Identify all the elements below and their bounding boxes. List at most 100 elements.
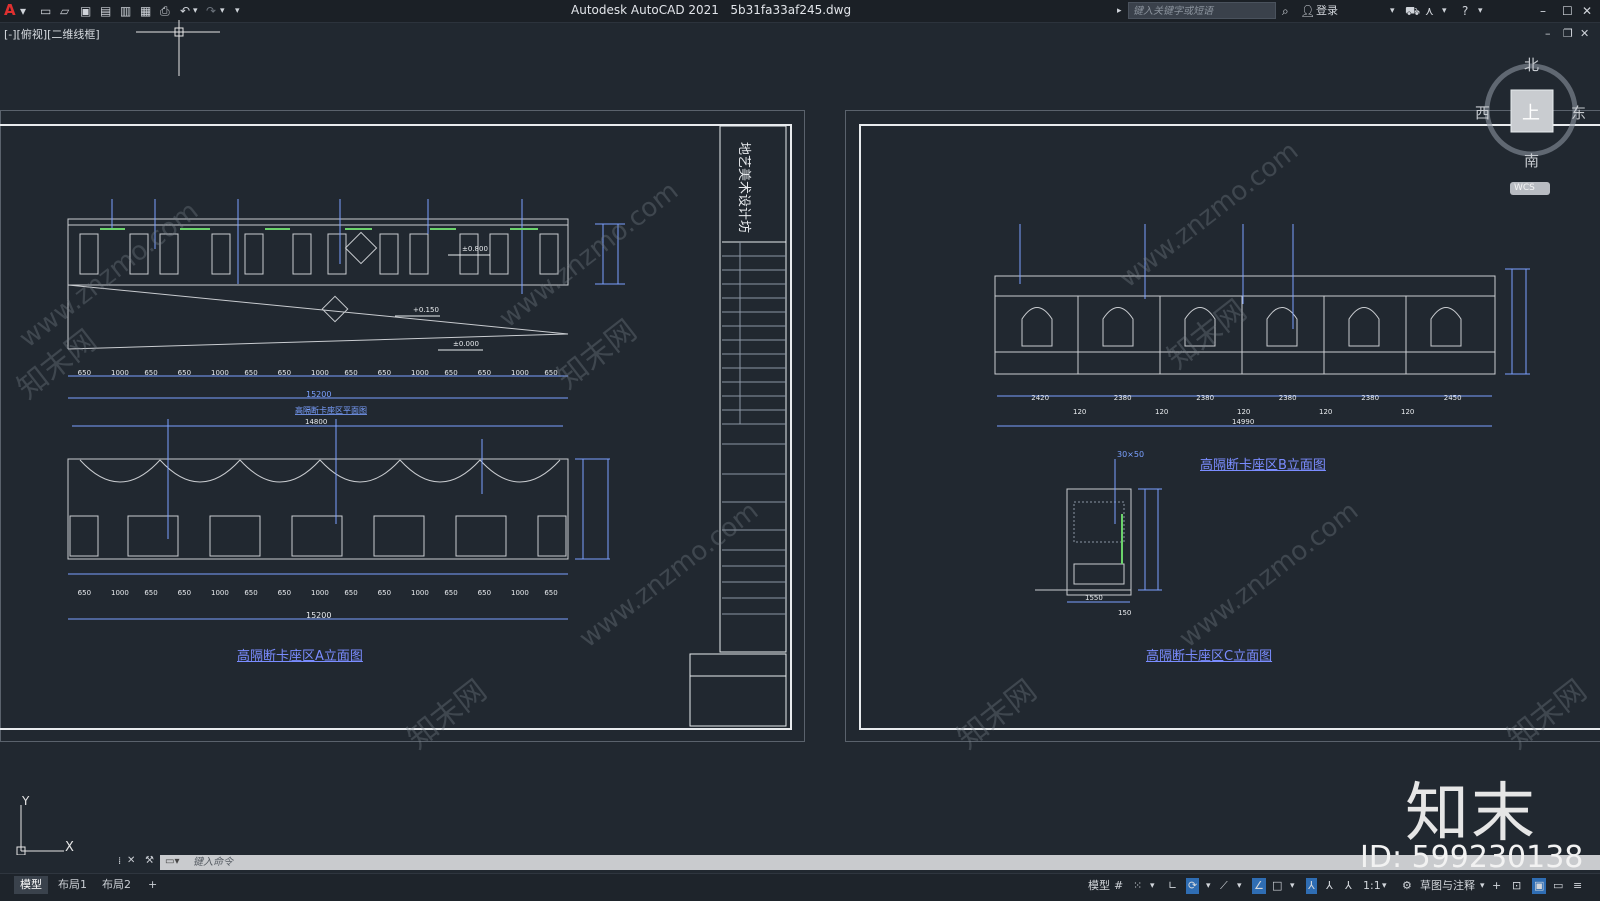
plan-dim-segment: 650 — [278, 369, 291, 377]
save-icon[interactable]: ▣ — [80, 3, 91, 19]
polar-dropdown-icon[interactable]: ▾ — [1206, 878, 1211, 894]
elev-a-dim-segment: 650 — [244, 589, 257, 597]
save-web-icon[interactable]: ▦ — [140, 3, 151, 19]
viewcube-west[interactable]: 西 — [1475, 102, 1490, 123]
viewcube-east[interactable]: 东 — [1571, 102, 1586, 123]
cmdline-grip-icon[interactable]: ⁞ — [118, 856, 121, 867]
cmdline-history-icon[interactable]: ▭▾ — [165, 856, 179, 867]
scale-dropdown-icon[interactable]: ▾ — [1382, 878, 1387, 894]
a360-icon[interactable]: ⋏ — [1425, 3, 1434, 19]
drawing-left-canvas[interactable]: 地艺美术设计坊 ±0.800 +0.150 ±0.000 15200 650 1… — [0, 124, 800, 734]
minimize-icon[interactable]: – — [1540, 3, 1546, 19]
brand-id: ID: 599230138 — [1360, 840, 1584, 875]
close-icon[interactable]: ✕ — [1582, 3, 1592, 19]
new-file-icon[interactable]: ▭ — [40, 3, 51, 19]
isodraft-dropdown-icon[interactable]: ▾ — [1237, 878, 1242, 894]
plan-dim-segment: 1000 — [311, 369, 329, 377]
viewcube-top-label[interactable]: 上 — [1522, 99, 1540, 125]
customize-menu-icon[interactable]: ≡ — [1573, 878, 1582, 894]
auto-scale-icon[interactable]: ⅄ — [1326, 878, 1333, 894]
snap-dropdown-icon[interactable]: ▾ — [1150, 878, 1155, 894]
isodraft-icon[interactable]: ⟋ — [1220, 878, 1228, 894]
wcs-menu[interactable]: WCS — [1510, 182, 1550, 195]
snap-icon[interactable]: ⁙ — [1133, 878, 1142, 894]
redo-icon[interactable]: ↷ — [206, 3, 216, 19]
polar-icon[interactable]: ⟳ — [1186, 878, 1200, 894]
plan-dim-segment: 1000 — [511, 369, 529, 377]
elev-a-dim-top: 14800 — [305, 418, 327, 426]
viewcube-south[interactable]: 南 — [1524, 150, 1539, 171]
login-link[interactable]: 登录 — [1316, 3, 1338, 19]
redo-dropdown-icon[interactable]: ▾ — [220, 3, 225, 19]
search-expand-icon[interactable]: ▸ — [1117, 3, 1122, 19]
units-icon[interactable]: ⊡ — [1512, 878, 1521, 894]
annotation-scale-icon[interactable]: ⅄ — [1345, 878, 1352, 894]
tab-layout1[interactable]: 布局1 — [52, 876, 93, 894]
elevation-b: 14990 2420 2380 2380 2380 2380 2450 120 120 120 1… — [994, 224, 1530, 427]
elev-a-dim-segment: 650 — [78, 589, 91, 597]
open-file-icon[interactable]: ▱ — [60, 3, 69, 19]
help-icon[interactable]: ? — [1462, 3, 1468, 19]
app-menu-chevron-icon[interactable]: ▾ — [20, 3, 26, 19]
status-bar — [0, 873, 1600, 901]
doc-minimize-icon[interactable]: – — [1545, 26, 1551, 42]
user-icon[interactable]: 👤︎ — [1300, 3, 1315, 19]
a360-dropdown-icon[interactable]: ▾ — [1442, 3, 1447, 19]
elev-c-title: 高隔断卡座区C立面图 — [1146, 649, 1273, 664]
tab-layout2[interactable]: 布局2 — [96, 876, 137, 894]
level-0800: ±0.800 — [462, 245, 488, 253]
workspace-dropdown-icon[interactable]: ▾ — [1480, 878, 1485, 894]
osnap-icon[interactable]: □ — [1272, 878, 1282, 894]
window-title: Autodesk AutoCAD 2021 5b31fa33af245.dwg — [571, 3, 851, 17]
tab-add[interactable]: + — [142, 876, 163, 894]
tab-model[interactable]: 模型 — [14, 876, 48, 894]
plan-dim-segment: 650 — [378, 369, 391, 377]
quick-properties-icon[interactable]: ▣ — [1532, 878, 1547, 894]
gear-icon[interactable]: ⚙ — [1402, 878, 1412, 894]
plan-dim-segment: 650 — [244, 369, 257, 377]
ortho-icon[interactable]: ∟ — [1168, 878, 1177, 894]
doc-restore-icon[interactable]: ❐ — [1563, 26, 1573, 42]
annotation-scale-value[interactable]: 1:1 — [1363, 878, 1381, 894]
save-as-icon[interactable]: ▤ — [100, 3, 111, 19]
object-track-icon[interactable]: ∠ — [1252, 878, 1266, 894]
elev-a-dim-segment: 650 — [278, 589, 291, 597]
model-space-button[interactable]: 模型 — [1088, 878, 1110, 894]
title-block-rows — [722, 242, 786, 615]
command-input[interactable]: 键入命令 — [193, 855, 233, 870]
viewcube-north[interactable]: 北 — [1524, 54, 1539, 75]
ucs-x-label: X — [65, 840, 74, 855]
open-web-icon[interactable]: ▥ — [120, 3, 131, 19]
elev-a-dim-segment: 650 — [544, 589, 557, 597]
osnap-dropdown-icon[interactable]: ▾ — [1290, 878, 1295, 894]
level-marks: ±0.800 +0.150 ±0.000 — [395, 245, 490, 351]
plan-dim-segment: 650 — [544, 369, 557, 377]
customize-toolbar-icon[interactable]: ▾ — [235, 3, 240, 19]
plan-dim-segment: 650 — [478, 369, 491, 377]
elev-a-dim-segment: 1000 — [311, 589, 329, 597]
maximize-icon[interactable]: ☐ — [1562, 3, 1573, 19]
viewport-controls[interactable]: [-][俯视][二维线框] — [4, 26, 100, 42]
search-input[interactable]: 键入关键字或短语 — [1128, 2, 1276, 19]
plot-icon[interactable]: ⎙ — [160, 3, 170, 19]
cmdline-close-icon[interactable]: ✕ — [127, 855, 135, 866]
undo-dropdown-icon[interactable]: ▾ — [193, 3, 198, 19]
undo-icon[interactable]: ↶ — [180, 3, 190, 19]
cmdline-settings-icon[interactable]: ⚒ — [145, 855, 154, 866]
help-dropdown-icon[interactable]: ▾ — [1478, 3, 1483, 19]
autocad-logo-icon[interactable]: A — [4, 2, 16, 18]
doc-close-icon[interactable]: ✕ — [1580, 26, 1589, 42]
plan-dim-segment: 650 — [344, 369, 357, 377]
elev-a-dim-segment: 1000 — [411, 589, 429, 597]
grid-icon[interactable]: # — [1114, 878, 1123, 894]
annotation-visibility-icon[interactable]: ⅄ — [1306, 878, 1317, 894]
cart-icon[interactable]: ⛟ — [1405, 3, 1420, 19]
clean-screen-icon[interactable]: ▭ — [1553, 878, 1563, 894]
drawing-right-canvas[interactable]: 14990 2420 2380 2380 2380 2380 2450 120 120 120 1… — [860, 124, 1600, 724]
login-dropdown-icon[interactable]: ▾ — [1390, 3, 1395, 19]
workspace-switch[interactable]: 草图与注释 — [1420, 878, 1475, 894]
search-icon[interactable]: ⌕ — [1282, 3, 1289, 19]
ucs-y-label: Y — [22, 794, 30, 808]
elev-b-dim-gap: 120 — [1155, 408, 1168, 416]
add-icon[interactable]: + — [1492, 878, 1501, 894]
